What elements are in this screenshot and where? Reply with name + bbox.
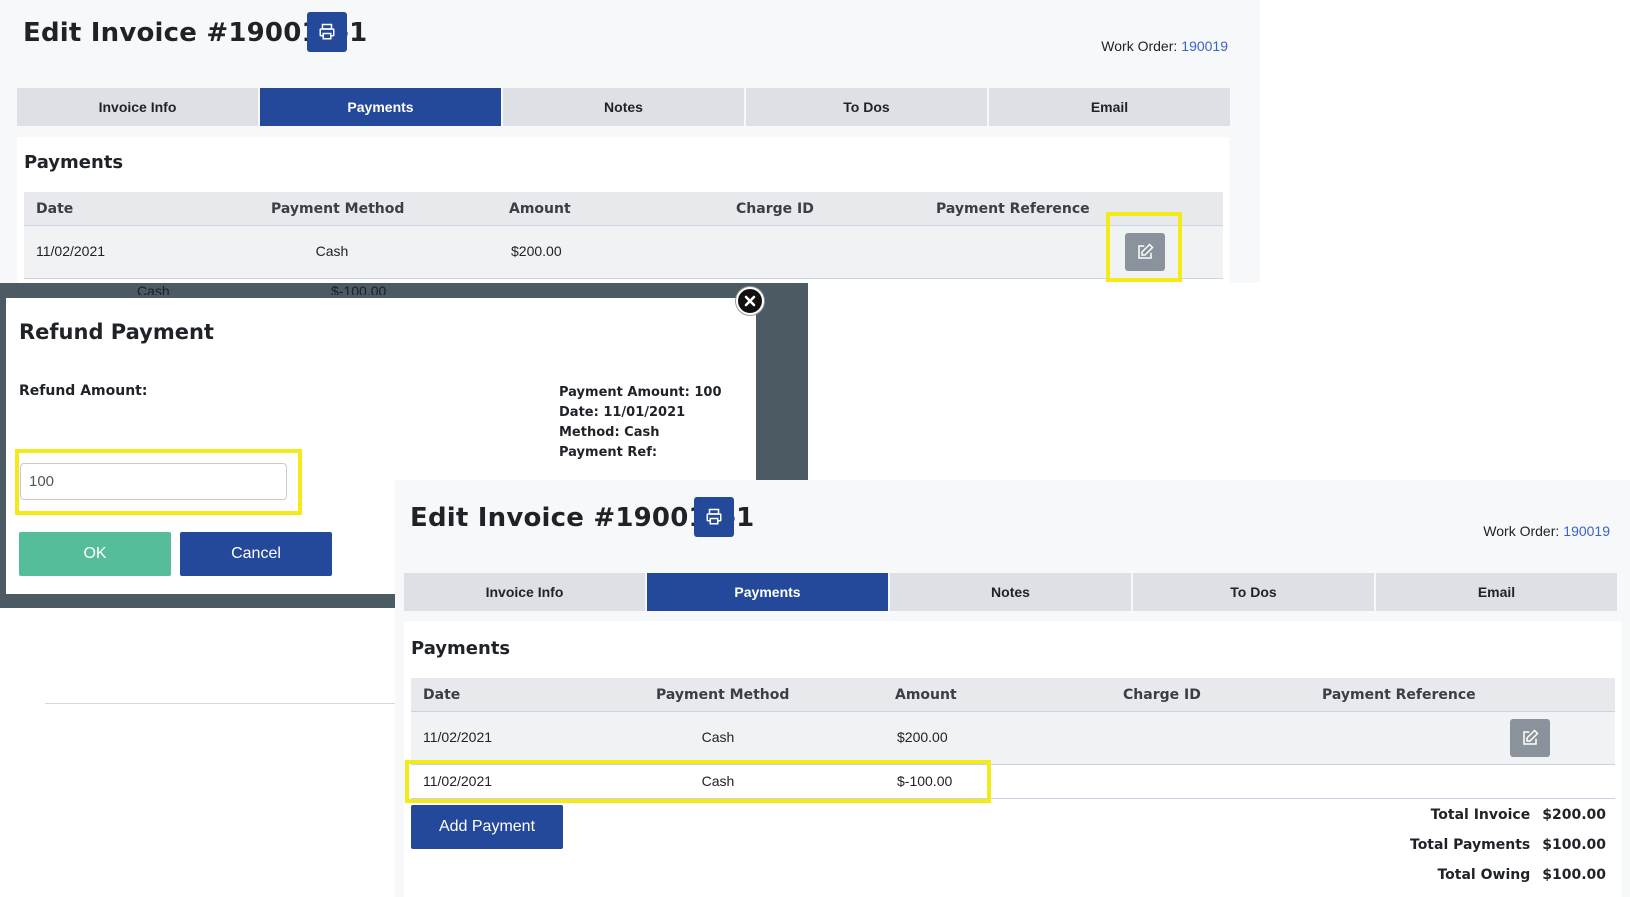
payment-details: Payment Amount: 100 Date: 11/01/2021 Met… xyxy=(559,383,722,463)
tab-invoice-info[interactable]: Invoice Info xyxy=(17,88,258,126)
highlight-refund-input xyxy=(15,449,302,515)
work-order-label: Work Order: xyxy=(1101,38,1178,54)
col-charge-id: Charge ID xyxy=(736,201,814,217)
refund-amount-label: Refund Amount: xyxy=(19,383,148,399)
add-payment-button[interactable]: Add Payment xyxy=(411,805,563,849)
col-date: Date xyxy=(423,687,461,703)
close-icon xyxy=(744,295,756,307)
total-invoice-value: $200.00 xyxy=(1542,807,1606,823)
payment-amount: Payment Amount: 100 xyxy=(559,385,722,400)
col-payment-method: Payment Method xyxy=(656,687,790,703)
divider xyxy=(45,703,395,704)
payment-ref: Payment Ref: xyxy=(559,445,658,460)
col-payment-reference: Payment Reference xyxy=(936,201,1090,217)
col-amount: Amount xyxy=(509,201,571,217)
total-payments-value: $100.00 xyxy=(1542,837,1606,853)
tab-email[interactable]: Email xyxy=(1376,573,1617,611)
tab-payments[interactable]: Payments xyxy=(260,88,501,126)
tab-bar: Invoice Info Payments Notes To Dos Email xyxy=(17,88,1230,126)
row-date: 11/02/2021 xyxy=(423,729,493,745)
tab-to-dos[interactable]: To Dos xyxy=(1133,573,1374,611)
total-payments-label: Total Payments xyxy=(1410,837,1531,853)
tab-notes[interactable]: Notes xyxy=(890,573,1131,611)
highlight-edit-button xyxy=(1106,212,1182,282)
background-row-method: Cash xyxy=(137,283,170,295)
close-dialog-button[interactable] xyxy=(736,287,764,315)
table-header: Date Payment Method Amount Charge ID Pay… xyxy=(411,678,1615,712)
total-invoice-label: Total Invoice xyxy=(1430,807,1531,823)
section-title: Payments xyxy=(24,152,124,173)
section-title: Payments xyxy=(411,638,511,659)
background-row-amount: $-100.00 xyxy=(331,283,387,295)
modal-overlay-edge xyxy=(0,600,395,608)
work-order: Work Order: 190019 xyxy=(1483,523,1610,539)
total-owing-label: Total Owing xyxy=(1437,867,1531,883)
payment-date: Date: 11/01/2021 xyxy=(559,405,686,420)
tab-to-dos[interactable]: To Dos xyxy=(746,88,987,126)
payment-method: Method: Cash xyxy=(559,425,660,440)
edit-icon xyxy=(1523,729,1539,745)
row-amount: $200.00 xyxy=(897,729,948,745)
total-owing-value: $100.00 xyxy=(1542,867,1606,883)
dialog-title: Refund Payment xyxy=(19,320,214,344)
highlight-refund-row xyxy=(405,760,991,803)
print-button[interactable] xyxy=(307,12,347,52)
ok-button[interactable]: OK xyxy=(19,532,171,576)
total-owing-line: Total Owing $100.00 xyxy=(1410,867,1606,883)
work-order: Work Order: 190019 xyxy=(1101,38,1228,54)
printer-icon xyxy=(319,23,335,40)
row-method: Cash xyxy=(701,729,735,745)
table-row: 11/02/2021 Cash $200.00 xyxy=(24,226,1223,279)
totals: Total Invoice $200.00 Total Payments $100.… xyxy=(1410,807,1606,883)
work-order-link[interactable]: 190019 xyxy=(1181,38,1228,54)
col-charge-id: Charge ID xyxy=(1123,687,1201,703)
row-method: Cash xyxy=(315,243,349,259)
printer-icon xyxy=(706,508,722,525)
col-payment-reference: Payment Reference xyxy=(1322,687,1476,703)
tab-invoice-info[interactable]: Invoice Info xyxy=(404,573,645,611)
col-payment-method: Payment Method xyxy=(271,201,405,217)
tab-notes[interactable]: Notes xyxy=(503,88,744,126)
work-order-label: Work Order: xyxy=(1483,523,1560,539)
col-date: Date xyxy=(36,201,74,217)
tab-bar: Invoice Info Payments Notes To Dos Email xyxy=(404,573,1617,611)
bottom-invoice-panel: Edit Invoice #190019-1 Work Order: 190019… xyxy=(395,480,1630,897)
tab-payments[interactable]: Payments xyxy=(647,573,888,611)
cancel-button[interactable]: Cancel xyxy=(180,532,332,576)
row-date: 11/02/2021 xyxy=(36,243,106,259)
work-order-link[interactable]: 190019 xyxy=(1563,523,1610,539)
top-invoice-panel: Edit Invoice #190019-1 Work Order: 190019… xyxy=(0,0,1260,283)
table-row: 11/02/2021 Cash $200.00 xyxy=(411,712,1615,765)
total-payments-line: Total Payments $100.00 xyxy=(1410,837,1606,853)
col-amount: Amount xyxy=(895,687,957,703)
edit-payment-button[interactable] xyxy=(1510,719,1550,757)
payments-card: Payments Date Payment Method Amount Char… xyxy=(404,621,1621,897)
payments-card: Payments Date Payment Method Amount Char… xyxy=(17,137,1229,283)
total-invoice-line: Total Invoice $200.00 xyxy=(1410,807,1606,823)
row-amount: $200.00 xyxy=(511,243,562,259)
table-header: Date Payment Method Amount Charge ID Pay… xyxy=(24,192,1223,226)
print-button[interactable] xyxy=(694,497,734,537)
tab-email[interactable]: Email xyxy=(989,88,1230,126)
